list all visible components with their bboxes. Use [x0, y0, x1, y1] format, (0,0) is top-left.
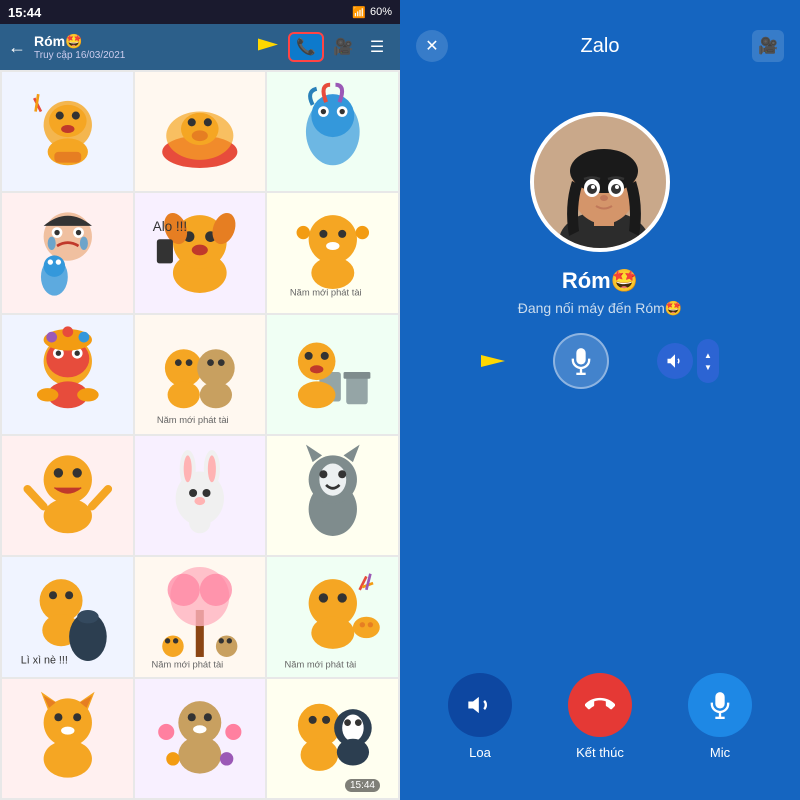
sticker-3 [267, 72, 398, 191]
sticker-6: Năm mới phát tài [267, 193, 398, 312]
svg-text:Alo !!!: Alo !!! [153, 220, 187, 235]
mic-button-icon [706, 691, 734, 719]
app-title: Zalo [581, 35, 620, 58]
end-call-label: Kết thúc [576, 745, 624, 760]
end-call-icon [585, 690, 615, 720]
video-call-button[interactable]: 🎥 [328, 32, 358, 62]
svg-text:Lì xì nè !!!: Lì xì nè !!! [20, 655, 67, 667]
timestamp-text: 15:44 [345, 779, 380, 792]
svg-text:Năm mới phát tài: Năm mới phát tài [152, 659, 224, 670]
svg-text:Năm mới phát tài: Năm mới phát tài [157, 414, 229, 425]
sticker-8: Năm mới phát tài [135, 315, 266, 434]
menu-button[interactable]: ☰ [362, 32, 392, 62]
left-panel: 15:44 📶 60% ← Róm🤩 Truy cập 16/03/2021 📞 [0, 0, 400, 800]
sticker-14: Năm mới phát tài [135, 557, 266, 676]
speaker-button[interactable] [448, 673, 512, 737]
sticker-18 [267, 679, 398, 798]
avatar-image [534, 116, 670, 252]
mic-control: Mic [688, 673, 752, 760]
speaker-label: Loa [469, 745, 491, 760]
sticker-5: Alo !!! [135, 193, 266, 312]
call-controls: Loa Kết thúc [400, 673, 800, 760]
svg-text:Năm mới phát tài: Năm mới phát tài [290, 287, 362, 298]
sticker-2 [135, 72, 266, 191]
connecting-row: ▲ ▼ [481, 333, 719, 389]
sticker-1 [2, 72, 133, 191]
call-top-bar: ✕ Zalo 🎥 [400, 0, 800, 72]
status-bar: 15:44 📶 60% [0, 0, 400, 24]
minimize-button[interactable]: ✕ [416, 30, 448, 62]
caller-name: Róm🤩 [562, 268, 638, 294]
status-time: 15:44 [8, 5, 41, 20]
mic-button[interactable] [688, 673, 752, 737]
call-status-text: Đang nối máy đến Róm🤩 [518, 300, 683, 317]
sticker-grid: Alo !!! Năm mới phát tài [0, 70, 400, 800]
status-icons: 📶 60% [352, 6, 392, 19]
back-button[interactable]: ← [8, 37, 26, 58]
mic-label: Mic [710, 745, 730, 760]
sticker-15: Năm mới phát tài [267, 557, 398, 676]
menu-icon: ☰ [370, 37, 384, 57]
header-icons: 📞 🎥 ☰ [288, 32, 392, 62]
microphone-icon [567, 347, 595, 375]
speaker-control: Loa [448, 673, 512, 760]
speaker-icon [666, 352, 684, 370]
end-call-control: Kết thúc [568, 673, 632, 760]
phone-call-button[interactable]: 📞 [288, 32, 324, 62]
sticker-13: Lì xì nè !!! [2, 557, 133, 676]
wifi-icon: 📶 [352, 6, 366, 19]
controls-row: Loa Kết thúc [400, 673, 800, 760]
video-call-icon: 🎥 [758, 36, 778, 56]
caller-avatar [530, 112, 670, 252]
video-icon: 🎥 [333, 37, 353, 57]
svg-text:Năm mới phát tài: Năm mới phát tài [284, 659, 356, 670]
sticker-12 [267, 436, 398, 555]
right-panel: ✕ Zalo 🎥 [400, 0, 800, 800]
contact-info: Róm🤩 Truy cập 16/03/2021 [34, 33, 280, 61]
sticker-17 [135, 679, 266, 798]
sticker-11 [135, 436, 266, 555]
video-toggle-button[interactable]: 🎥 [752, 30, 784, 62]
sticker-10 [2, 436, 133, 555]
contact-sub: Truy cập 16/03/2021 [34, 50, 280, 61]
contact-name: Róm🤩 [34, 33, 280, 50]
phone-icon: 📞 [296, 37, 316, 57]
sticker-4 [2, 193, 133, 312]
chat-header: ← Róm🤩 Truy cập 16/03/2021 📞 🎥 [0, 24, 400, 70]
speaker-button-icon [466, 691, 494, 719]
speaker-small-icon[interactable] [657, 343, 693, 379]
sticker-7 [2, 315, 133, 434]
scroll-indicator: ▲ ▼ [697, 339, 719, 383]
sticker-9 [267, 315, 398, 434]
battery-text: 60% [370, 6, 392, 18]
sticker-16 [2, 679, 133, 798]
yellow-arrow-left [258, 35, 286, 55]
extra-icons: ▲ ▼ [657, 339, 719, 383]
mic-active-indicator[interactable] [553, 333, 609, 389]
yellow-arrow-right [481, 350, 513, 372]
end-call-button[interactable] [568, 673, 632, 737]
minimize-icon: ✕ [425, 36, 438, 56]
